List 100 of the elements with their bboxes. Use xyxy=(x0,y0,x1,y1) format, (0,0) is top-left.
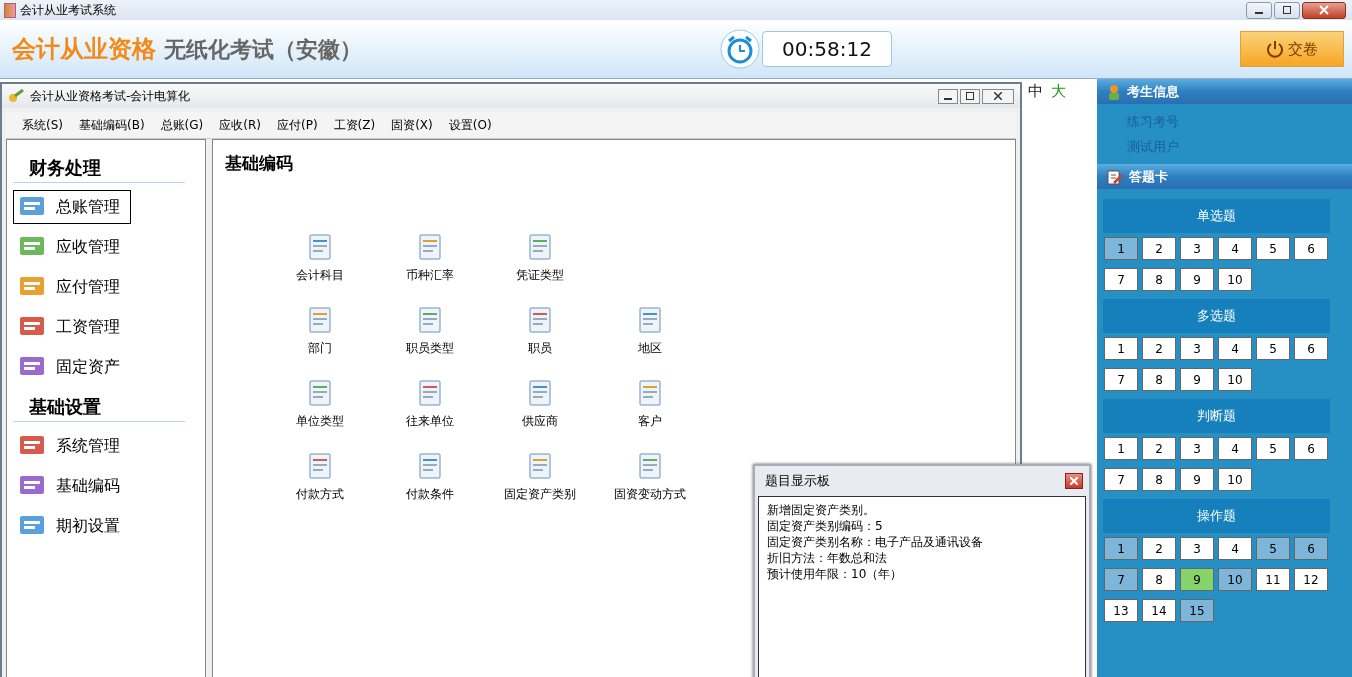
brand-title: 会计从业资格 xyxy=(12,34,156,65)
function-tile[interactable]: 部门 xyxy=(265,298,375,365)
menu-item[interactable]: 基础编码(B) xyxy=(71,116,153,134)
function-tile[interactable]: 币种汇率 xyxy=(375,225,485,292)
question-number-button[interactable]: 5 xyxy=(1256,337,1290,360)
menu-item[interactable]: 设置(O) xyxy=(440,116,500,134)
person-icon xyxy=(1107,83,1121,100)
function-tile[interactable]: 付款方式 xyxy=(265,444,375,511)
minimize-button[interactable] xyxy=(938,88,958,104)
question-number-button[interactable]: 7 xyxy=(1104,368,1138,391)
function-tile[interactable]: 单位类型 xyxy=(265,371,375,438)
font-size-option[interactable]: 中 xyxy=(1026,82,1045,101)
question-type-heading: 单选题 xyxy=(1103,199,1330,233)
question-number-button[interactable]: 2 xyxy=(1142,237,1176,260)
nav-item[interactable]: 总账管理 xyxy=(13,190,131,224)
nav-item[interactable]: 系统管理 xyxy=(13,429,131,463)
close-button[interactable] xyxy=(982,88,1014,104)
function-tile[interactable]: 职员类型 xyxy=(375,298,485,365)
menu-item[interactable]: 系统(S) xyxy=(14,116,71,134)
question-number-button[interactable]: 10 xyxy=(1218,568,1252,591)
function-tile[interactable]: 职员 xyxy=(485,298,595,365)
question-number-button[interactable]: 14 xyxy=(1142,599,1176,622)
question-number-button[interactable]: 9 xyxy=(1180,568,1214,591)
menu-item[interactable]: 固资(X) xyxy=(383,116,441,134)
close-button[interactable] xyxy=(1065,473,1083,489)
close-button[interactable] xyxy=(1302,1,1346,19)
question-number-button[interactable]: 8 xyxy=(1142,568,1176,591)
function-tile[interactable]: 客户 xyxy=(595,371,705,438)
question-type-heading: 操作题 xyxy=(1103,499,1330,533)
maximize-button[interactable] xyxy=(1274,1,1300,19)
question-number-button[interactable]: 8 xyxy=(1142,268,1176,291)
nav-item[interactable]: 工资管理 xyxy=(13,310,131,344)
minimize-button[interactable] xyxy=(1246,1,1272,19)
question-number-button[interactable]: 4 xyxy=(1218,437,1252,460)
question-number-button[interactable]: 6 xyxy=(1294,337,1328,360)
function-tile[interactable]: 地区 xyxy=(595,298,705,365)
question-number-button[interactable]: 6 xyxy=(1294,537,1328,560)
menu-item[interactable]: 工资(Z) xyxy=(325,116,384,134)
menu-item[interactable]: 应付(P) xyxy=(268,116,326,134)
question-number-button[interactable]: 2 xyxy=(1142,337,1176,360)
question-number-button[interactable]: 5 xyxy=(1256,237,1290,260)
section-title: 答题卡 xyxy=(1129,167,1168,186)
question-number-button[interactable]: 1 xyxy=(1104,437,1138,460)
question-line: 固定资产类别编码：5 xyxy=(767,518,884,534)
function-tile[interactable]: 固定资产类别 xyxy=(485,444,595,511)
notepad-pencil-icon xyxy=(1107,168,1123,185)
question-number-button[interactable]: 1 xyxy=(1104,337,1138,360)
menu-item[interactable]: 总账(G) xyxy=(152,116,212,134)
question-number-button[interactable]: 6 xyxy=(1294,437,1328,460)
question-number-button[interactable]: 3 xyxy=(1180,537,1214,560)
question-number-button[interactable]: 9 xyxy=(1180,468,1214,491)
power-icon xyxy=(1266,40,1284,58)
nav-item[interactable]: 固定资产 xyxy=(13,350,131,384)
maximize-button[interactable] xyxy=(960,88,980,104)
function-tile[interactable]: 会计科目 xyxy=(265,225,375,292)
function-tile[interactable]: 供应商 xyxy=(485,371,595,438)
dialog-title: 题目显示板 xyxy=(765,472,830,490)
nav-item[interactable]: 应收管理 xyxy=(13,230,131,264)
submit-button[interactable]: 交卷 xyxy=(1240,31,1344,67)
question-number-button[interactable]: 8 xyxy=(1142,468,1176,491)
question-number-button[interactable]: 11 xyxy=(1256,568,1290,591)
question-number-button[interactable]: 3 xyxy=(1180,437,1214,460)
question-number-button[interactable]: 4 xyxy=(1218,537,1252,560)
question-number-button[interactable]: 8 xyxy=(1142,368,1176,391)
question-number-button[interactable]: 2 xyxy=(1142,537,1176,560)
question-number-button[interactable]: 7 xyxy=(1104,468,1138,491)
question-number-button[interactable]: 6 xyxy=(1294,237,1328,260)
question-number-button[interactable]: 9 xyxy=(1180,268,1214,291)
question-number-button[interactable]: 7 xyxy=(1104,568,1138,591)
question-number-button[interactable]: 4 xyxy=(1218,337,1252,360)
question-number-button[interactable]: 12 xyxy=(1294,568,1328,591)
question-number-button[interactable]: 5 xyxy=(1256,537,1290,560)
question-number-button[interactable]: 5 xyxy=(1256,437,1290,460)
function-tile[interactable]: 付款条件 xyxy=(375,444,485,511)
question-number-button[interactable]: 2 xyxy=(1142,437,1176,460)
question-number-button[interactable]: 10 xyxy=(1218,468,1252,491)
question-type-heading: 判断题 xyxy=(1103,399,1330,433)
question-number-button[interactable]: 1 xyxy=(1104,237,1138,260)
question-number-button[interactable]: 10 xyxy=(1218,368,1252,391)
function-tile[interactable]: 固资变动方式 xyxy=(595,444,705,511)
question-number-button[interactable]: 13 xyxy=(1104,599,1138,622)
nav-item[interactable]: 基础编码 xyxy=(13,469,131,503)
section-title: 考生信息 xyxy=(1127,82,1179,101)
question-number-button[interactable]: 1 xyxy=(1104,537,1138,560)
question-line: 折旧方法：年数总和法 xyxy=(767,550,888,566)
question-number-button[interactable]: 3 xyxy=(1180,237,1214,260)
nav-item[interactable]: 应付管理 xyxy=(13,270,131,304)
question-number-button[interactable]: 3 xyxy=(1180,337,1214,360)
nav-item[interactable]: 期初设置 xyxy=(13,509,131,543)
close-icon xyxy=(1070,477,1078,485)
function-tile[interactable]: 往来单位 xyxy=(375,371,485,438)
question-number-button[interactable]: 9 xyxy=(1180,368,1214,391)
question-number-button[interactable]: 7 xyxy=(1104,268,1138,291)
font-size-option[interactable]: 大 xyxy=(1049,82,1068,101)
question-number-button[interactable]: 10 xyxy=(1218,268,1252,291)
minimize-icon xyxy=(944,98,952,100)
menu-item[interactable]: 应收(R) xyxy=(211,116,269,134)
question-number-button[interactable]: 4 xyxy=(1218,237,1252,260)
question-number-button[interactable]: 15 xyxy=(1180,599,1214,622)
function-tile[interactable]: 凭证类型 xyxy=(485,225,595,292)
